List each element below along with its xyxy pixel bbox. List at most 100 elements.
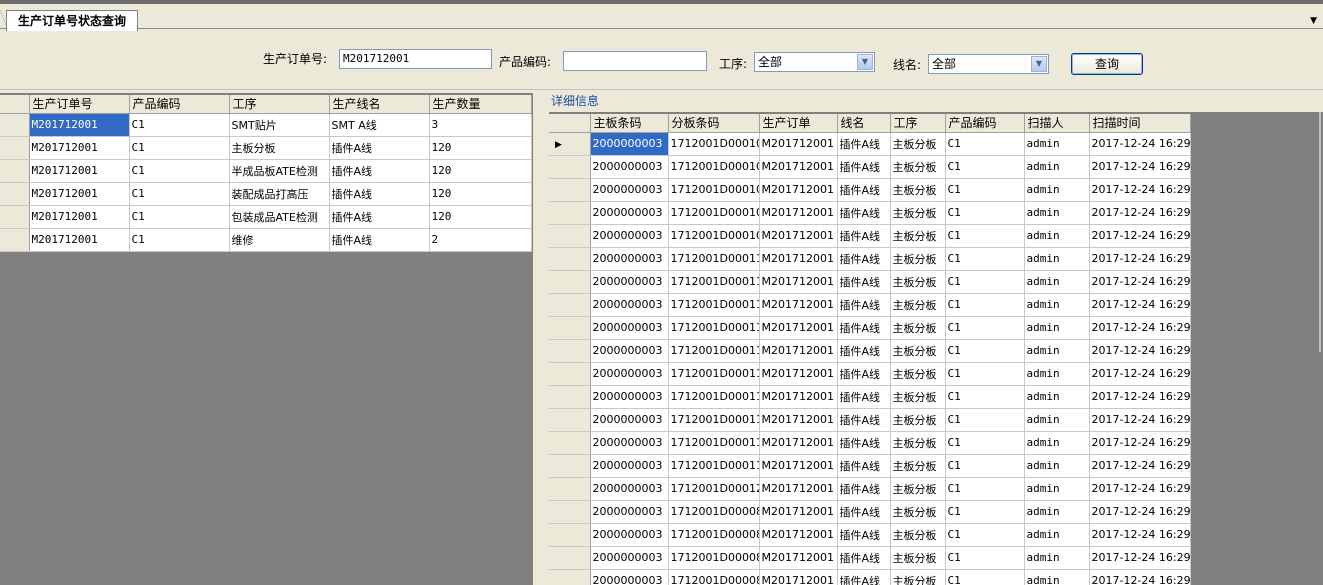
table-cell[interactable]: C1 (129, 228, 230, 252)
row-header[interactable] (549, 431, 591, 455)
table-row[interactable]: 20000000031712001D000117M201712001插件A线主板… (549, 408, 1191, 432)
table-cell[interactable]: 插件A线 (837, 408, 891, 432)
table-cell[interactable]: 2017-12-24 16:29 (1089, 523, 1191, 547)
table-cell[interactable]: 1712001D000111 (668, 270, 760, 294)
table-cell[interactable]: 插件A线 (329, 159, 430, 183)
table-cell[interactable]: admin (1024, 431, 1090, 455)
table-cell[interactable]: admin (1024, 247, 1090, 271)
table-cell[interactable]: M201712001 (29, 136, 130, 160)
table-cell[interactable]: C1 (129, 182, 230, 206)
tab-list-dropdown-icon[interactable]: ▼ (1310, 16, 1317, 26)
table-cell[interactable]: 2017-12-24 16:29 (1089, 431, 1191, 455)
table-cell[interactable]: 插件A线 (329, 205, 430, 229)
row-header[interactable] (549, 201, 591, 225)
table-cell[interactable]: C1 (129, 113, 230, 137)
table-cell[interactable]: 主板分板 (890, 339, 946, 363)
table-cell[interactable]: 2017-12-24 16:29 (1089, 178, 1191, 202)
table-cell[interactable]: 1712001D000110 (668, 247, 760, 271)
table-cell[interactable]: 主板分板 (890, 362, 946, 386)
table-cell[interactable]: 2017-12-24 16:29 (1089, 362, 1191, 386)
table-cell[interactable]: 插件A线 (837, 500, 891, 524)
table-cell[interactable]: 1712001D000084 (668, 569, 760, 585)
column-header[interactable]: 生产数量 (429, 95, 532, 114)
table-cell[interactable]: M201712001 (759, 454, 838, 478)
table-cell[interactable]: 2000000003 (590, 431, 669, 455)
table-cell[interactable]: 2017-12-24 16:29 (1089, 408, 1191, 432)
query-button[interactable]: 查询 (1071, 53, 1143, 75)
table-cell[interactable]: M201712001 (759, 408, 838, 432)
row-header[interactable] (549, 454, 591, 478)
order-number-input[interactable]: M201712001 (339, 49, 492, 69)
table-cell[interactable]: 插件A线 (837, 454, 891, 478)
table-cell[interactable]: 2017-12-24 16:29 (1089, 201, 1191, 225)
table-cell[interactable]: C1 (945, 155, 1025, 179)
table-cell[interactable]: 2000000003 (590, 385, 669, 409)
table-cell[interactable]: SMT A线 (329, 113, 430, 137)
table-cell[interactable]: C1 (945, 293, 1025, 317)
table-row[interactable]: 20000000031712001D000114M201712001插件A线主板… (549, 339, 1191, 363)
table-cell[interactable]: 主板分板 (890, 500, 946, 524)
table-cell[interactable]: M201712001 (29, 205, 130, 229)
table-cell[interactable]: C1 (945, 132, 1025, 156)
table-cell[interactable]: 1712001D000114 (668, 339, 760, 363)
table-cell[interactable]: 2017-12-24 16:29 (1089, 132, 1191, 156)
table-cell[interactable]: 1712001D000081 (668, 500, 760, 524)
table-cell[interactable]: 2017-12-24 16:29 (1089, 293, 1191, 317)
table-cell[interactable]: 2000000003 (590, 247, 669, 271)
table-cell[interactable]: 2000000003 (590, 477, 669, 501)
table-cell[interactable]: 2 (429, 228, 532, 252)
table-cell[interactable]: 2000000003 (590, 523, 669, 547)
table-cell[interactable]: 插件A线 (837, 293, 891, 317)
table-cell[interactable]: 插件A线 (837, 362, 891, 386)
table-cell[interactable]: 主板分板 (890, 546, 946, 570)
table-cell[interactable]: admin (1024, 339, 1090, 363)
table-cell[interactable]: 插件A线 (837, 155, 891, 179)
row-header[interactable] (549, 178, 591, 202)
table-cell[interactable]: admin (1024, 316, 1090, 340)
table-cell[interactable]: C1 (945, 339, 1025, 363)
table-cell[interactable]: admin (1024, 201, 1090, 225)
table-cell[interactable]: 2000000003 (590, 270, 669, 294)
table-cell[interactable]: 2000000003 (590, 155, 669, 179)
table-cell[interactable]: 插件A线 (837, 316, 891, 340)
table-cell[interactable]: M201712001 (759, 132, 838, 156)
row-header[interactable] (549, 477, 591, 501)
row-header[interactable] (549, 316, 591, 340)
table-cell[interactable]: 装配成品打高压 (229, 182, 330, 206)
table-cell[interactable]: C1 (945, 546, 1025, 570)
table-cell[interactable]: 3 (429, 113, 532, 137)
table-cell[interactable]: 2017-12-24 16:29 (1089, 477, 1191, 501)
table-cell[interactable]: 2000000003 (590, 224, 669, 248)
table-row[interactable]: 20000000031712001D000083M201712001插件A线主板… (549, 546, 1191, 570)
table-cell[interactable]: 主板分板 (890, 477, 946, 501)
table-cell[interactable]: C1 (945, 247, 1025, 271)
table-cell[interactable]: 2017-12-24 16:29 (1089, 155, 1191, 179)
table-cell[interactable]: M201712001 (29, 228, 130, 252)
table-cell[interactable]: 1712001D000115 (668, 362, 760, 386)
column-header[interactable]: 线名 (837, 114, 891, 133)
table-cell[interactable]: 2017-12-24 16:29 (1089, 270, 1191, 294)
row-header[interactable] (0, 113, 30, 137)
table-cell[interactable]: 主板分板 (890, 408, 946, 432)
table-cell[interactable]: C1 (945, 431, 1025, 455)
table-cell[interactable]: C1 (945, 523, 1025, 547)
table-row[interactable]: M201712001 C1 SMT贴片 SMT A线 3 (0, 113, 532, 137)
table-cell[interactable]: M201712001 (759, 155, 838, 179)
row-header[interactable] (549, 408, 591, 432)
table-row[interactable]: 20000000031712001D000113M201712001插件A线主板… (549, 316, 1191, 340)
table-cell[interactable]: 主板分板 (890, 293, 946, 317)
table-cell[interactable]: 120 (429, 182, 532, 206)
table-cell[interactable]: M201712001 (29, 159, 130, 183)
table-row[interactable]: 20000000031712001D000112M201712001插件A线主板… (549, 293, 1191, 317)
table-cell[interactable]: 120 (429, 159, 532, 183)
row-header[interactable]: ▶ (549, 132, 591, 156)
table-row[interactable]: 20000000031712001D000109M201712001插件A线主板… (549, 224, 1191, 248)
table-cell[interactable]: 主板分板 (890, 155, 946, 179)
table-cell[interactable]: SMT贴片 (229, 113, 330, 137)
table-cell[interactable]: 主板分板 (890, 523, 946, 547)
table-cell[interactable]: C1 (945, 454, 1025, 478)
table-cell[interactable]: 2000000003 (590, 500, 669, 524)
table-cell[interactable]: 1712001D000108 (668, 201, 760, 225)
table-cell[interactable]: 2017-12-24 16:29 (1089, 500, 1191, 524)
table-row[interactable]: M201712001 C1 主板分板 插件A线 120 (0, 136, 532, 160)
